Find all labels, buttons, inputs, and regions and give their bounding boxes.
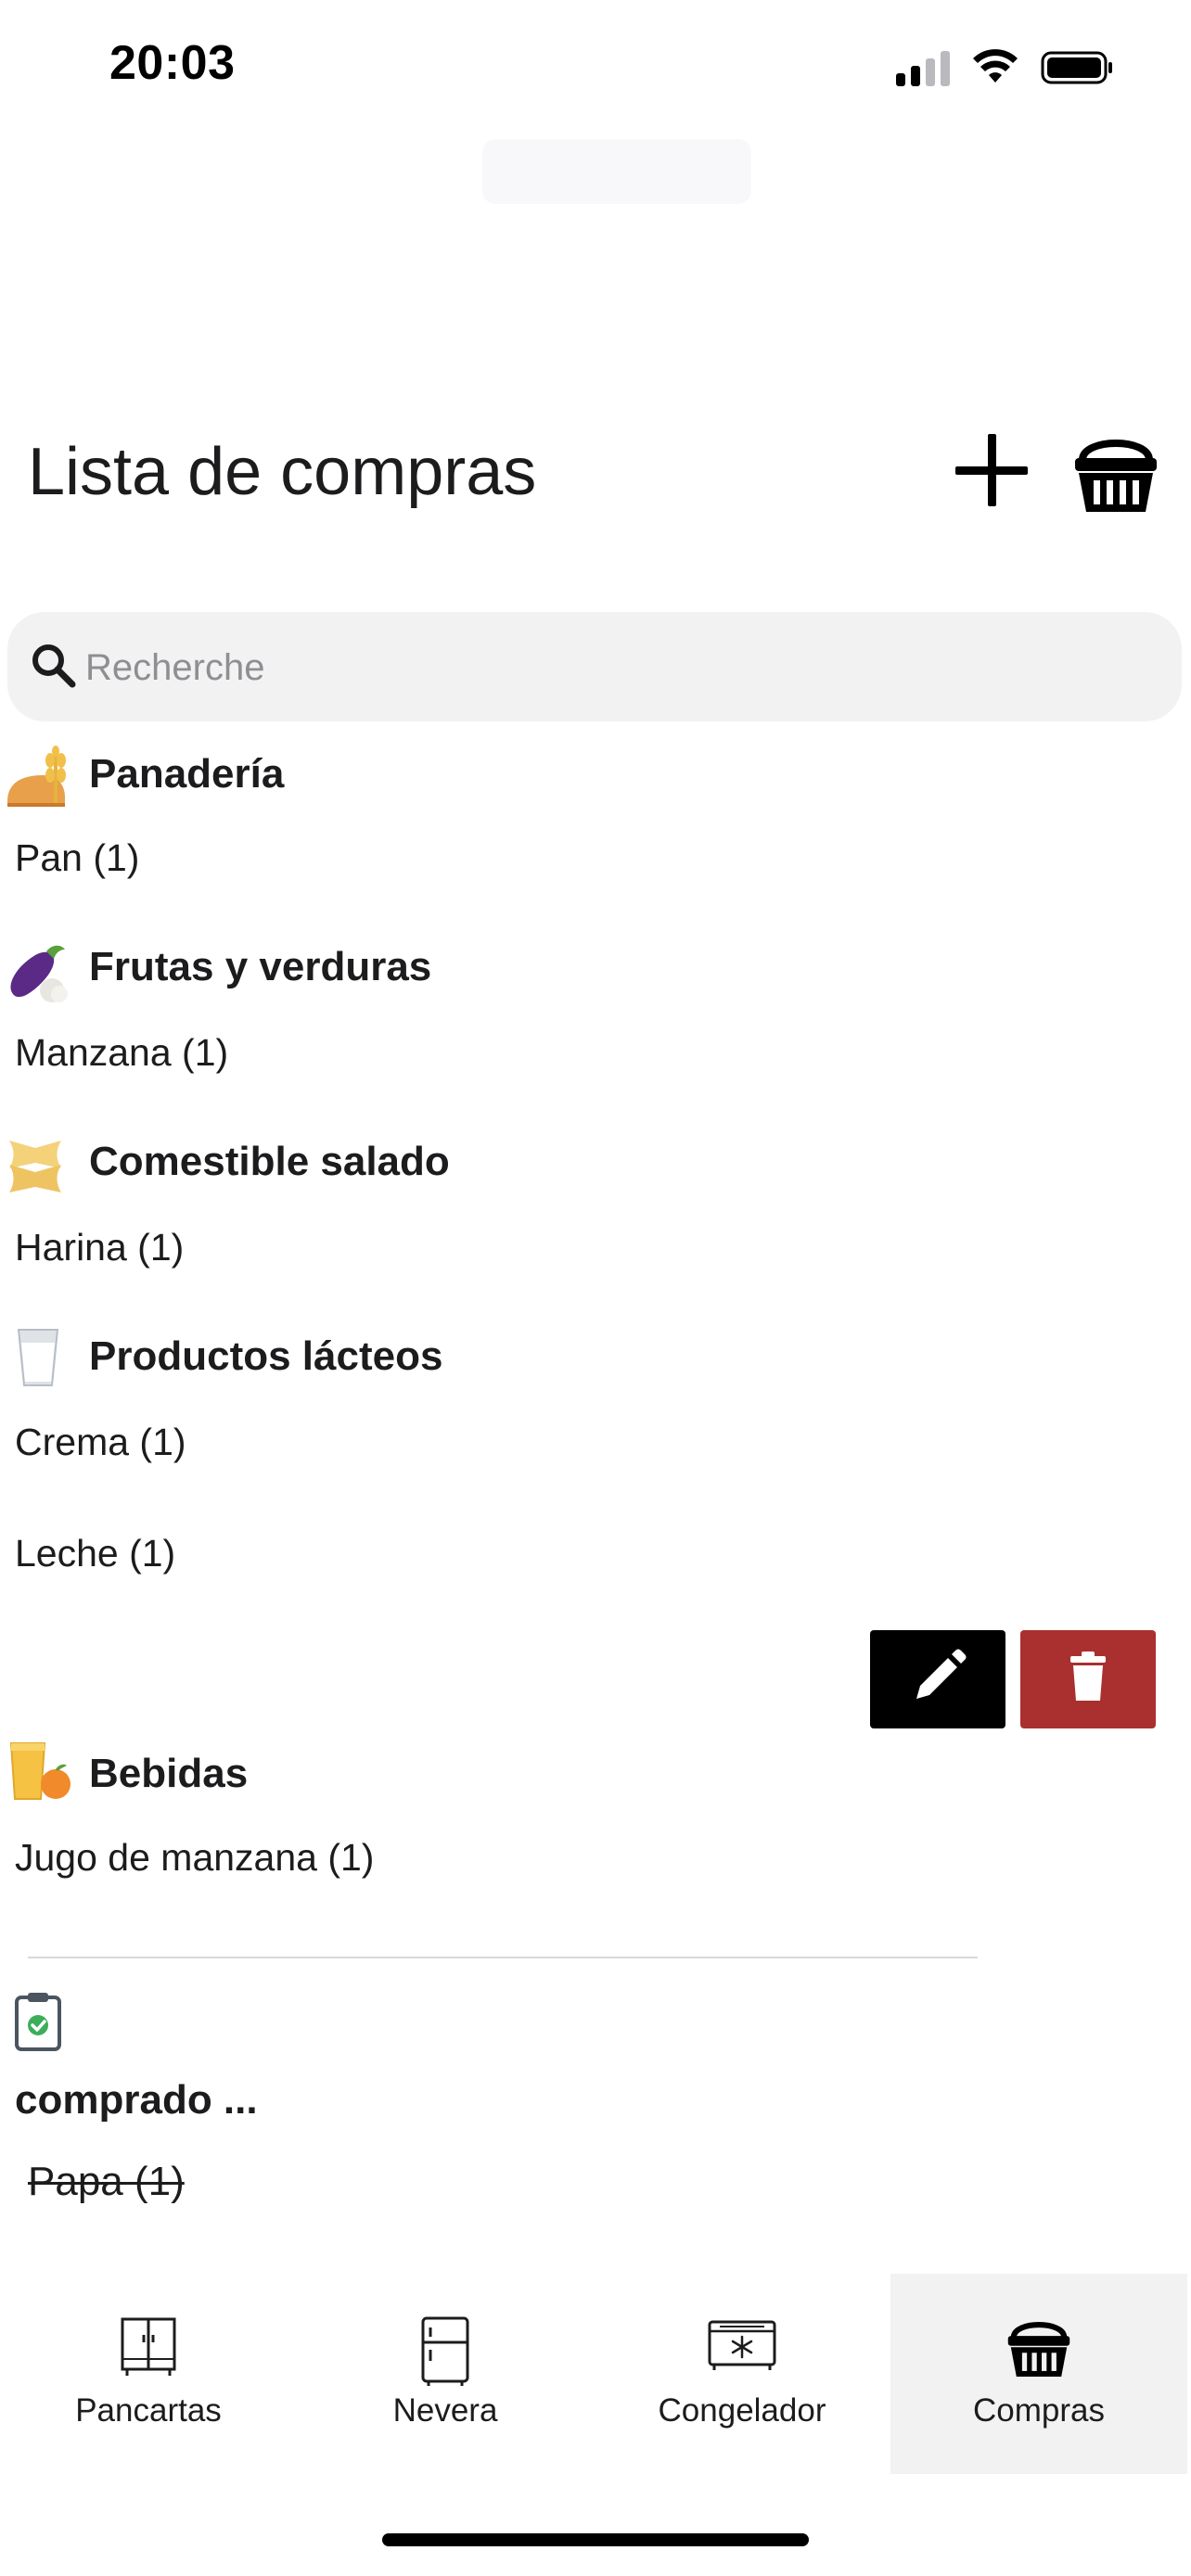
freezer-icon: [708, 2320, 776, 2370]
status-icons: [896, 45, 1115, 91]
page-title: Lista de compras: [28, 435, 537, 509]
home-indicator: [382, 2533, 809, 2546]
list-item[interactable]: Crema (1): [15, 1421, 186, 1464]
cabinet-icon: [121, 2317, 176, 2376]
trash-icon: [1070, 1651, 1106, 1701]
pasta-emoji-icon: [9, 1141, 61, 1192]
tab-pancartas[interactable]: Pancartas: [0, 2274, 297, 2474]
tab-label: Nevera: [392, 2392, 498, 2429]
search-input[interactable]: [83, 636, 1145, 699]
category-title: Bebidas: [89, 1751, 249, 1796]
cellular-signal-icon: [896, 49, 950, 86]
juice-emoji-icon: [9, 1742, 70, 1800]
tab-label: Compras: [973, 2392, 1105, 2429]
status-time: 20:03: [109, 36, 236, 90]
list-item[interactable]: Manzana (1): [15, 1031, 228, 1075]
battery-icon: [1041, 51, 1112, 84]
wifi-icon: [973, 49, 1018, 83]
list-item[interactable]: Jugo de manzana (1): [15, 1836, 374, 1880]
category-title: Panadería: [89, 751, 285, 797]
search-bar[interactable]: [7, 612, 1182, 721]
purchased-item[interactable]: Papa (1): [28, 2159, 185, 2205]
tab-compras[interactable]: Compras: [890, 2274, 1187, 2474]
faded-header-shape: [482, 139, 751, 204]
fridge-icon: [421, 2316, 469, 2386]
clipboard-check-icon: [15, 1993, 61, 2051]
milk-glass-emoji-icon: [17, 1329, 59, 1386]
tab-label: Congelador: [658, 2392, 826, 2429]
shopping-basket-button[interactable]: [1071, 432, 1160, 516]
add-item-button[interactable]: [955, 434, 1028, 506]
list-item[interactable]: Pan (1): [15, 836, 139, 880]
category-title: Productos lácteos: [89, 1333, 443, 1379]
edit-button[interactable]: [870, 1630, 1005, 1728]
pencil-icon: [916, 1649, 967, 1699]
category-title: Frutas y verduras: [89, 944, 432, 989]
divider: [28, 1957, 978, 1958]
shopping-basket-icon: [1007, 2322, 1070, 2377]
list-item[interactable]: Harina (1): [15, 1226, 184, 1269]
tab-nevera[interactable]: Nevera: [297, 2274, 594, 2474]
search-icon: [32, 644, 76, 688]
tab-label: Pancartas: [75, 2392, 222, 2429]
delete-button[interactable]: [1020, 1630, 1156, 1728]
shopping-basket-icon: [1075, 440, 1157, 512]
category-title: Comestible salado: [89, 1139, 450, 1184]
tab-congelador[interactable]: Congelador: [594, 2274, 890, 2474]
purchased-section-title: comprado ...: [15, 2077, 258, 2123]
eggplant-emoji-icon: [10, 945, 68, 1002]
list-item[interactable]: Leche (1): [15, 1532, 175, 1575]
bread-emoji-icon: [7, 746, 66, 807]
